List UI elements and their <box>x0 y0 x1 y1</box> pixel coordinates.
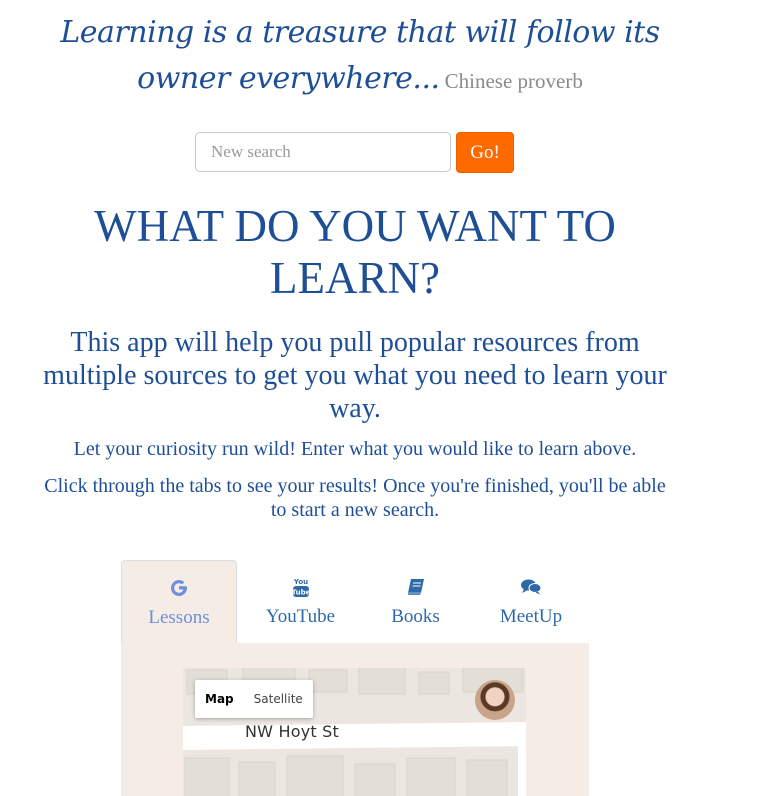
search-input[interactable] <box>195 132 451 172</box>
tab-books[interactable]: Books <box>358 560 473 644</box>
svg-text:You: You <box>292 578 307 586</box>
youtube-icon: You Tube <box>243 576 358 598</box>
quote: Learning is a treasure that will follow … <box>40 12 680 104</box>
results-tabs: Lessons You Tube YouTube Books MeetUp <box>121 560 589 644</box>
tab-label: MeetUp <box>499 606 563 627</box>
instruction-text-2: Click through the tabs to see your resul… <box>44 475 666 521</box>
book-icon <box>358 576 473 598</box>
tab-lessons[interactable]: Lessons <box>121 560 237 644</box>
svg-text:Tube: Tube <box>292 589 310 597</box>
map-view[interactable]: Map Satellite NW Hoyt St <box>183 668 526 796</box>
chat-icon <box>473 576 589 598</box>
street-label: NW Hoyt St <box>245 722 339 741</box>
tab-meetup[interactable]: MeetUp <box>473 560 589 644</box>
map-type-toggle: Map Satellite <box>195 680 313 718</box>
satellite-mode-button[interactable]: Satellite <box>244 680 313 718</box>
intro-text: This app will help you pull popular reso… <box>43 327 667 424</box>
page-title: WHAT DO YOU WANT TO LEARN? <box>94 201 616 303</box>
tab-label: Books <box>391 606 440 627</box>
tab-youtube[interactable]: You Tube YouTube <box>243 560 358 644</box>
map-mode-button[interactable]: Map <box>195 680 244 718</box>
instruction-text-1: Let your curiosity run wild! Enter what … <box>73 438 637 460</box>
google-icon <box>122 577 236 599</box>
quote-source: Chinese proverb <box>444 69 583 93</box>
tab-label: Lessons <box>148 607 210 628</box>
user-avatar[interactable] <box>475 680 515 720</box>
go-button[interactable]: Go! <box>456 132 514 173</box>
tab-label: YouTube <box>265 606 336 627</box>
